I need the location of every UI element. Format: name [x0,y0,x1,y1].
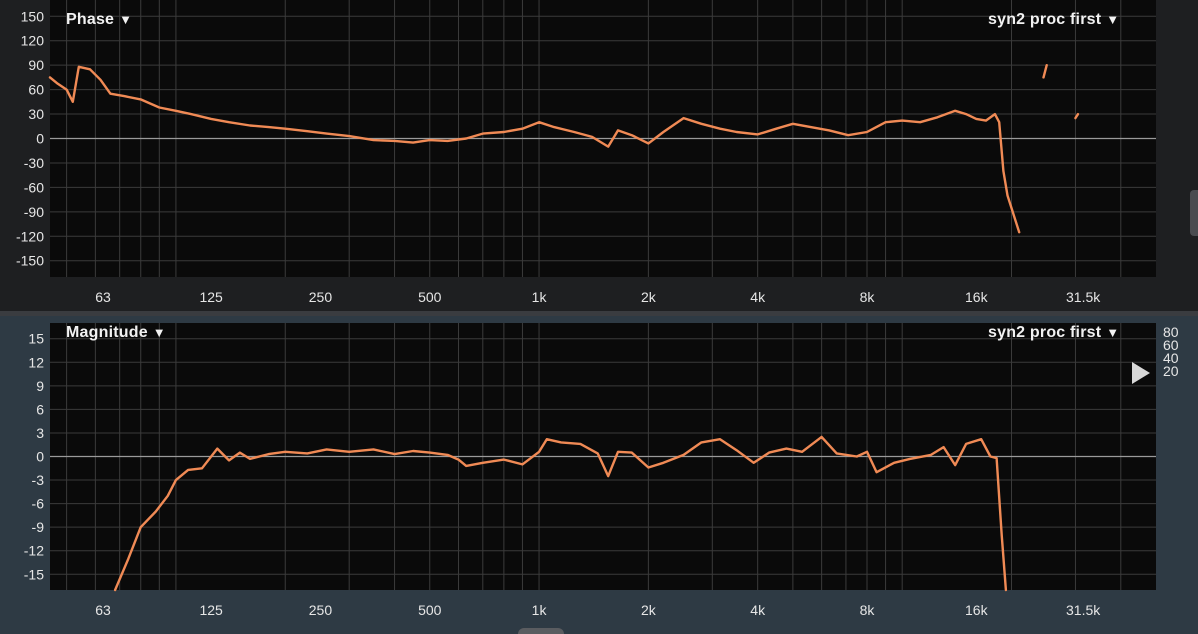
magnitude-x-tick-label: 4k [750,602,766,618]
magnitude-x-tick-label: 31.5k [1066,602,1101,618]
magnitude-y-tick-label: 12 [28,354,44,370]
phase-x-tick-label: 125 [199,289,223,305]
dropdown-arrow-icon: ▼ [152,325,166,340]
phase-x-tick-label: 1k [532,289,548,305]
magnitude-title: Magnitude [66,324,148,341]
dropdown-arrow-icon: ▼ [1106,12,1120,27]
magnitude-y-tick-label: -15 [24,566,44,582]
phase-y-tick-label: 120 [21,33,45,49]
magnitude-x-tick-label: 16k [965,602,989,618]
phase-y-tick-label: -120 [16,228,44,244]
phase-y-tick-label: 150 [21,8,45,24]
magnitude-y-tick-label: -9 [32,519,45,535]
phase-y-tick-label: -60 [24,179,44,195]
phase-x-tick-label: 31.5k [1066,289,1101,305]
phase-x-tick-label: 8k [860,289,876,305]
magnitude-y-tick-label: 3 [36,425,44,441]
magnitude-x-tick-label: 63 [95,602,111,618]
phase-x-tick-label: 63 [95,289,111,305]
phase-source-label: syn2 proc first [988,11,1102,28]
phase-title-dropdown[interactable]: Phase ▼ [66,11,132,29]
phase-y-tick-label: 60 [28,82,44,98]
phase-y-tick-label: -90 [24,204,44,220]
phase-y-tick-label: 90 [28,57,44,73]
magnitude-source-label: syn2 proc first [988,324,1102,341]
dropdown-arrow-icon: ▼ [1106,325,1120,340]
phase-x-tick-label: 4k [750,289,766,305]
magnitude-x-tick-label: 500 [418,602,442,618]
phase-x-tick-label: 16k [965,289,989,305]
phase-x-tick-label: 2k [641,289,657,305]
range-scale-labels[interactable]: 80 60 40 20 [1163,325,1193,379]
magnitude-y-tick-label: 9 [36,378,44,394]
magnitude-x-tick-label: 1k [532,602,548,618]
magnitude-x-tick-label: 250 [309,602,333,618]
phase-y-tick-label: -150 [16,253,44,269]
magnitude-y-tick-label: -12 [24,543,44,559]
magnitude-y-tick-label: -6 [32,496,45,512]
magnitude-title-dropdown[interactable]: Magnitude ▼ [66,324,166,342]
scale-label: 20 [1163,363,1179,379]
magnitude-source-dropdown[interactable]: syn2 proc first ▼ [988,324,1119,342]
phase-x-tick-label: 250 [309,289,333,305]
magnitude-x-tick-label: 125 [199,602,223,618]
magnitude-y-tick-label: 0 [36,449,44,465]
magnitude-x-tick-label: 2k [641,602,657,618]
magnitude-y-tick-label: -3 [32,472,45,488]
frequency-plots: 1501209060300-30-60-90-120-15063 125 250 50… [16,0,1156,618]
side-panel-handle[interactable] [1190,190,1198,236]
magnitude-y-tick-label: 15 [28,331,44,347]
phase-source-dropdown[interactable]: syn2 proc first ▼ [988,11,1119,29]
magnitude-x-tick-label: 8k [860,602,876,618]
dropdown-arrow-icon: ▼ [119,12,133,27]
range-marker-icon[interactable] [1132,362,1150,384]
phase-y-tick-label: 30 [28,106,44,122]
phase-y-tick-label: 0 [36,131,44,147]
phase-title: Phase [66,11,115,28]
phase-y-tick-label: -30 [24,155,44,171]
phase-x-tick-label: 500 [418,289,442,305]
bottom-resize-handle[interactable] [518,628,564,634]
magnitude-y-tick-label: 6 [36,401,44,417]
